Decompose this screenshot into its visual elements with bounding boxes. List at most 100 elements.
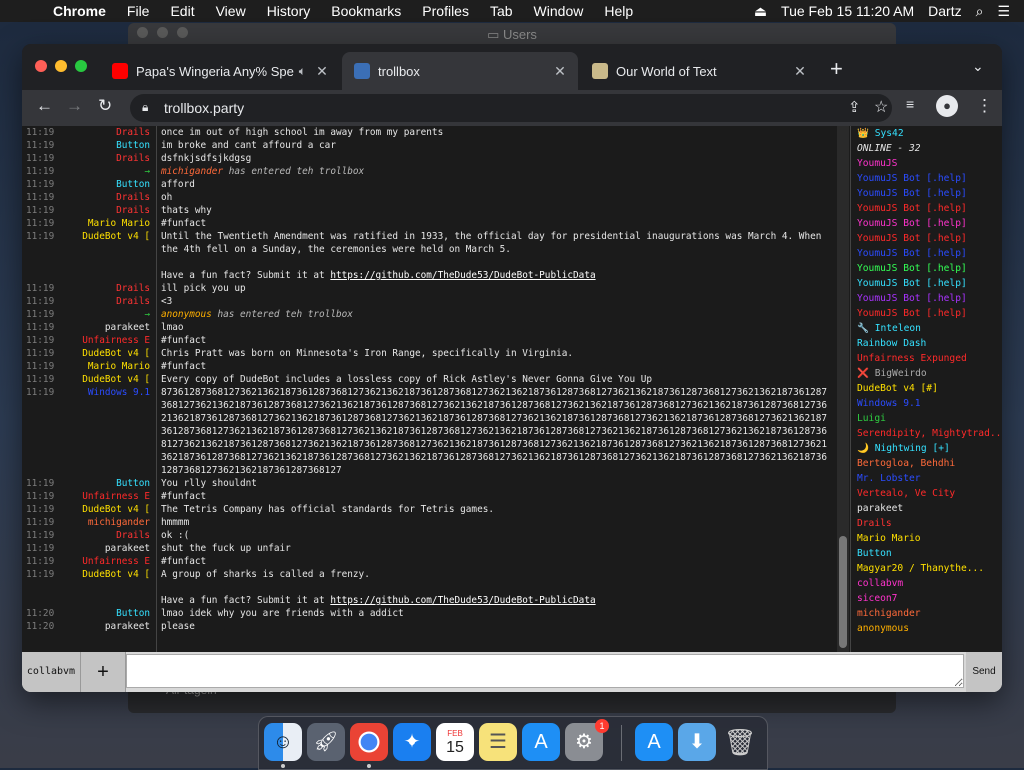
user-list-item[interactable]: Rainbow Dash (851, 336, 1002, 351)
calendar-icon[interactable]: FEB 15 (436, 723, 474, 761)
safari-icon[interactable]: ✦ (393, 723, 431, 761)
message-nick[interactable]: Drails (58, 295, 161, 308)
tab-trollbox[interactable]: trollbox ✕ (342, 52, 578, 90)
user-list-item[interactable]: YoumuJS Bot [.help] (851, 201, 1002, 216)
user-list-item[interactable]: 🌙 Nightwing [+] (851, 441, 1002, 456)
launchpad-icon[interactable]: 🚀︎ (307, 723, 345, 761)
message-nick[interactable]: Drails (58, 191, 161, 204)
app-store-folder-icon[interactable]: A (635, 723, 673, 761)
tab-search-icon[interactable]: ⌄ (972, 58, 984, 75)
address-bar[interactable]: 🔒︎ trollbox.party ⇪ ☆ (130, 94, 892, 122)
user-list-item[interactable]: Serendipity, Mightytrad... (851, 426, 1002, 441)
user-list-item[interactable]: DudeBot v4 [#] (851, 381, 1002, 396)
user-list-item[interactable]: Drails (851, 516, 1002, 531)
user-list-item[interactable]: ❌ BigWeirdo (851, 366, 1002, 381)
user-list-item[interactable]: Mario Mario (851, 531, 1002, 546)
menu-bookmarks[interactable]: Bookmarks (331, 3, 401, 19)
message-nick[interactable]: Mario Mario (58, 217, 161, 230)
share-icon[interactable]: ⇪ (848, 98, 861, 116)
menu-app-name[interactable]: Chrome (53, 3, 106, 19)
finder-icon[interactable]: ☺ (264, 723, 302, 761)
chat-log[interactable]: 11:19 Drails once im out of high school im… (22, 126, 837, 652)
user-list-item[interactable]: Bertogloa, Behdhi (851, 456, 1002, 471)
app-store-icon[interactable]: A (522, 723, 560, 761)
speaker-icon[interactable]: 🔈︎ (299, 64, 306, 79)
traffic-minimize[interactable] (55, 60, 67, 72)
user-list-item[interactable]: YoumuJS Bot [.help] (851, 186, 1002, 201)
user-list-item[interactable]: michigander (851, 606, 1002, 621)
user-list-item[interactable]: YoumuJS Bot [.help] (851, 231, 1002, 246)
trash-icon[interactable]: 🗑︎ (721, 723, 759, 761)
traffic-close[interactable] (35, 60, 47, 72)
menu-edit[interactable]: Edit (170, 3, 194, 19)
reading-list-icon[interactable]: ≡ (906, 96, 914, 112)
address-text[interactable]: trollbox.party (164, 100, 244, 116)
traffic-zoom[interactable] (75, 60, 87, 72)
message-nick[interactable]: → (58, 165, 161, 178)
tab-our-world-of-text[interactable]: Our World of Text ✕ (580, 52, 818, 90)
new-tab-button[interactable]: + (830, 56, 843, 82)
user-list-item[interactable]: Mr. Lobster (851, 471, 1002, 486)
menu-history[interactable]: History (267, 3, 311, 19)
user-list-item[interactable]: parakeet (851, 501, 1002, 516)
user-list-item[interactable]: Windows 9.1 (851, 396, 1002, 411)
message-input[interactable] (126, 654, 964, 688)
send-button[interactable]: Send (966, 652, 1002, 692)
message-nick[interactable]: parakeet (58, 620, 161, 633)
user-list-item[interactable]: 🔧 Inteleon (851, 321, 1002, 336)
system-user[interactable]: michigander (161, 166, 223, 177)
bookmark-star-icon[interactable]: ☆ (874, 97, 888, 117)
user-list-item[interactable]: anonymous (851, 621, 1002, 636)
message-nick[interactable]: Drails (58, 529, 161, 542)
message-nick[interactable]: Drails (58, 204, 161, 217)
user-list-item[interactable]: YoumuJS Bot [.help] (851, 306, 1002, 321)
user-list-item[interactable]: siceon7 (851, 591, 1002, 606)
eject-icon[interactable]: ⏏ (754, 3, 767, 20)
message-nick[interactable]: DudeBot v4 [ (58, 503, 161, 516)
user-list-item[interactable]: Magyar20 / Thanythe... (851, 561, 1002, 576)
room-button[interactable]: collabvm (22, 652, 81, 692)
tab-close-icon[interactable]: ✕ (552, 63, 568, 80)
user-list-item[interactable]: collabvm (851, 576, 1002, 591)
lock-icon[interactable]: 🔒︎ (142, 100, 148, 115)
back-icon[interactable]: ← (36, 96, 53, 116)
chrome-icon[interactable] (350, 723, 388, 761)
tab-close-icon[interactable]: ✕ (314, 63, 330, 80)
user-list-item[interactable]: YoumuJS Bot [.help] (851, 216, 1002, 231)
user-list-item[interactable]: YoumuJS Bot [.help] (851, 246, 1002, 261)
user-list-item[interactable]: YoumuJS Bot [.help] (851, 291, 1002, 306)
scrollbar-thumb[interactable] (839, 536, 847, 648)
message-nick[interactable]: Unfairness E (58, 334, 161, 347)
user-list-item[interactable]: Unfairness Expunged (851, 351, 1002, 366)
menu-tab[interactable]: Tab (490, 3, 513, 19)
message-nick[interactable]: DudeBot v4 [ (58, 568, 161, 607)
notes-icon[interactable]: ☰ (479, 723, 517, 761)
system-user[interactable]: anonymous (161, 309, 212, 320)
message-nick[interactable]: Button (58, 607, 161, 620)
add-room-button[interactable]: + (81, 652, 126, 692)
message-nick[interactable]: Button (58, 139, 161, 152)
menu-window[interactable]: Window (534, 3, 584, 19)
user-list-item[interactable]: Vertealo, Ve City (851, 486, 1002, 501)
message-nick[interactable]: Button (58, 477, 161, 490)
message-nick[interactable]: DudeBot v4 [ (58, 373, 161, 386)
chat-scrollbar[interactable] (837, 126, 849, 652)
forward-icon[interactable]: → (66, 96, 83, 116)
message-link[interactable]: https://github.com/TheDude53/DudeBot-Pub… (330, 270, 595, 281)
user-list-item[interactable]: Button (851, 546, 1002, 561)
user-list-item[interactable]: Luigi (851, 411, 1002, 426)
message-nick[interactable]: parakeet (58, 321, 161, 334)
message-nick[interactable]: parakeet (58, 542, 161, 555)
message-nick[interactable]: Unfairness E (58, 555, 161, 568)
tab-close-icon[interactable]: ✕ (792, 63, 808, 80)
message-nick[interactable]: michigander (58, 516, 161, 529)
menu-help[interactable]: Help (604, 3, 633, 19)
menu-profiles[interactable]: Profiles (422, 3, 469, 19)
message-nick[interactable]: Drails (58, 126, 161, 139)
message-nick[interactable]: Windows 9.1 (58, 386, 161, 477)
message-nick[interactable]: Button (58, 178, 161, 191)
message-nick[interactable]: DudeBot v4 [ (58, 347, 161, 360)
message-nick[interactable]: Mario Mario (58, 360, 161, 373)
menu-view[interactable]: View (216, 3, 246, 19)
menu-file[interactable]: File (127, 3, 150, 19)
